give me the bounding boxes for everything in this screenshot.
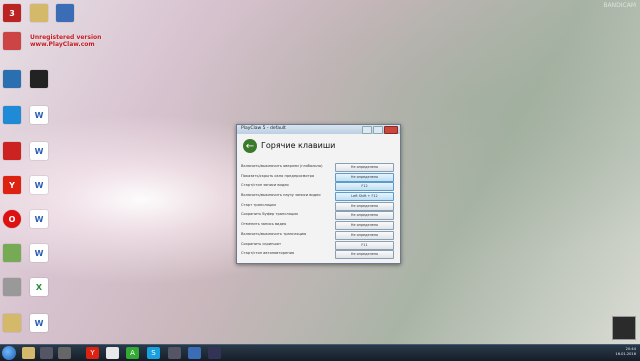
app-icon[interactable]	[30, 70, 48, 88]
media-player-icon[interactable]	[40, 347, 53, 359]
hotkey-label: Старт/стоп автоповторения	[241, 251, 295, 256]
hotkey-row: Включить/выключить оверлеи (глобально) Н…	[241, 162, 395, 172]
dialog-header: ← Горячие клавиши	[237, 134, 400, 158]
antivirus-icon[interactable]	[3, 142, 21, 160]
dialog-titlebar[interactable]: PlayClaw 5 - default	[237, 125, 400, 134]
hotkey-row: Показать/скрыть окно предпросмотра Не оп…	[241, 172, 395, 182]
word-document-icon[interactable]: W	[30, 244, 48, 262]
app-icon[interactable]: 3	[3, 4, 21, 22]
hotkey-label: Включить/выключить оверлеи (глобально)	[241, 164, 323, 168]
clock-date: 16.01.2016	[615, 352, 636, 356]
hotkey-row: Старт/стоп автоповторения Не определено	[241, 249, 395, 260]
start-button[interactable]	[2, 346, 16, 360]
hotkey-value-button[interactable]: Не определено	[335, 163, 394, 172]
page-title: Горячие клавиши	[261, 141, 336, 150]
overlay-text-unregistered: Unregistered version	[30, 34, 102, 41]
excel-document-icon[interactable]: X	[30, 278, 48, 296]
opera-icon[interactable]: O	[3, 210, 21, 228]
hotkey-label: Включить/выключить трансляцию	[241, 231, 307, 236]
game-icon[interactable]	[3, 70, 21, 88]
hotkey-value-button[interactable]: Не определено	[335, 201, 394, 211]
close-button[interactable]	[384, 126, 398, 134]
skype-icon[interactable]: S	[147, 347, 160, 359]
hotkey-row: Включить/выключить паузу записи видео Le…	[241, 191, 395, 202]
hotkey-row: Сохранить буфер трансляции Не определено	[241, 210, 395, 221]
word-document-icon[interactable]: W	[30, 142, 48, 160]
app-icon[interactable]	[58, 347, 71, 359]
folder-icon[interactable]	[3, 314, 21, 332]
hotkeys-dialog: PlayClaw 5 - default ← Горячие клавиши В…	[236, 124, 401, 264]
hotkey-label: Включить/выключить паузу записи видео	[241, 193, 321, 198]
playclaw-icon[interactable]	[208, 347, 221, 359]
hotkey-row: Старт/стоп записи видео F12	[241, 181, 395, 192]
maximize-button[interactable]	[373, 126, 383, 134]
taskbar: Y A S 20:44 16.01.2016	[0, 344, 640, 361]
hotkey-value-button[interactable]: Left Shift + F12	[335, 192, 394, 202]
arrow-left-icon: ←	[245, 140, 255, 152]
hotkey-value-button[interactable]: Не определено	[335, 172, 394, 182]
hotkey-label: Сохранить скриншот	[241, 241, 282, 246]
hotkey-row: Сохранить скриншот F11	[241, 240, 395, 250]
app-icon[interactable]	[3, 244, 21, 262]
app-icon[interactable]	[3, 278, 21, 296]
word-document-icon[interactable]: W	[30, 106, 48, 124]
word-document-icon[interactable]: W	[30, 314, 48, 332]
yandex-icon[interactable]: Y	[3, 176, 21, 194]
preview-thumbnail	[612, 316, 636, 340]
app-icon[interactable]	[3, 106, 21, 124]
hotkey-value-button[interactable]: F12	[335, 182, 394, 192]
system-clock[interactable]: 20:44 16.01.2016	[615, 347, 636, 357]
recording-watermark: BANDICAM	[603, 2, 636, 9]
back-button[interactable]: ←	[243, 139, 257, 153]
hotkey-value-button[interactable]: Не определено	[335, 221, 394, 231]
app-icon[interactable]: A	[126, 347, 139, 359]
overlay-text-website: www.PlayClaw.com	[30, 41, 95, 48]
hotkey-row: Отменить запись видео Не определено	[241, 220, 395, 231]
hotkey-value-button[interactable]: F11	[335, 240, 394, 250]
folder-icon[interactable]	[22, 347, 35, 359]
hotkey-list: Включить/выключить оверлеи (глобально) Н…	[241, 162, 395, 260]
game-icon[interactable]	[3, 32, 21, 50]
yandex-icon[interactable]: Y	[86, 347, 99, 359]
word-document-icon[interactable]: W	[30, 210, 48, 228]
hotkey-label: Отменить запись видео	[241, 222, 287, 227]
app-icon[interactable]	[106, 347, 119, 359]
hotkey-value-button[interactable]: Не определено	[335, 211, 394, 221]
folder-icon[interactable]	[30, 4, 48, 22]
minimize-button[interactable]	[362, 126, 372, 134]
word-document-icon[interactable]: W	[30, 176, 48, 194]
hotkey-label: Сохранить буфер трансляции	[241, 212, 298, 217]
hotkey-row: Включить/выключить трансляцию Не определ…	[241, 230, 395, 240]
hotkey-label: Старт трансляции	[241, 202, 276, 207]
app-icon[interactable]	[168, 347, 181, 359]
hotkey-value-button[interactable]: Не определено	[335, 230, 394, 240]
shortcut-icon[interactable]	[56, 4, 74, 22]
hotkey-label: Показать/скрыть окно предпросмотра	[241, 173, 315, 178]
window-controls	[362, 126, 398, 134]
dialog-title: PlayClaw 5 - default	[241, 126, 286, 131]
hotkey-value-button[interactable]: Не определено	[335, 250, 394, 260]
app-icon[interactable]	[188, 347, 201, 359]
hotkey-row: Старт трансляции Не определено	[241, 201, 395, 211]
hotkey-label: Старт/стоп записи видео	[241, 183, 289, 188]
